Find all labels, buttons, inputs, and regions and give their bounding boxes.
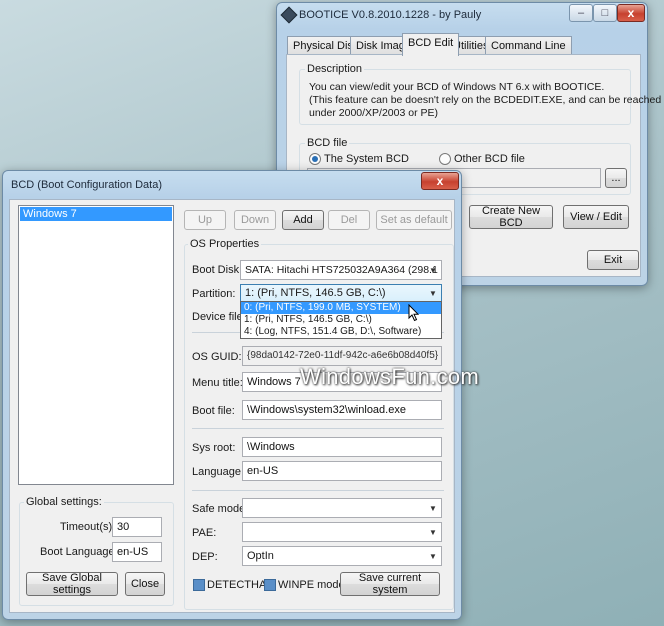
view-edit-button[interactable]: View / Edit — [563, 205, 629, 229]
os-properties-title: OS Properties — [188, 238, 262, 250]
sys-root-input[interactable]: \Windows — [242, 437, 442, 457]
dep-value: OptIn — [247, 550, 274, 562]
device-file-label: Device file: — [192, 311, 246, 323]
os-guid-field: {98da0142-72e0-11df-942c-a6e6b08d40f5} — [242, 346, 442, 366]
down-button[interactable]: Down — [234, 210, 276, 230]
language-input[interactable]: en-US — [242, 461, 442, 481]
dep-select[interactable]: OptIn ▼ — [242, 546, 442, 566]
list-item[interactable]: Windows 7 — [20, 207, 172, 221]
description-line-1: You can view/edit your BCD of Windows NT… — [309, 81, 605, 93]
sys-root-label: Sys root: — [192, 442, 236, 454]
save-global-settings-button[interactable]: Save Global settings — [26, 572, 118, 596]
boot-file-label: Boot file: — [192, 405, 235, 417]
app-icon — [280, 6, 298, 24]
minimize-button[interactable]: – — [569, 4, 593, 22]
partition-select[interactable]: 1: (Pri, NTFS, 146.5 GB, C:\) ▼ — [240, 284, 442, 302]
partition-label: Partition: — [192, 288, 236, 300]
bcd-close-button[interactable]: x — [421, 172, 459, 190]
chevron-down-icon: ▼ — [429, 288, 437, 298]
safe-mode-select[interactable]: ▼ — [242, 498, 442, 518]
boot-language-label: Boot Language: — [40, 546, 118, 558]
watermark-text: WindowsFun.com — [300, 364, 480, 389]
chevron-down-icon: ▼ — [429, 551, 437, 561]
pae-label: PAE: — [192, 527, 217, 539]
chevron-down-icon: ▼ — [429, 265, 437, 275]
description-line-2: (This feature can be doesn't rely on the… — [309, 94, 662, 106]
detecthal-label: DETECTHAL — [207, 579, 273, 591]
up-button[interactable]: Up — [184, 210, 226, 230]
mouse-cursor-icon — [408, 304, 420, 322]
divider — [192, 428, 444, 429]
create-new-bcd-button[interactable]: Create New BCD — [469, 205, 553, 229]
bootice-close-button[interactable]: x — [617, 4, 645, 22]
os-guid-label: OS GUID: — [192, 351, 242, 363]
boot-language-input[interactable]: en-US — [112, 542, 162, 562]
set-as-default-button[interactable]: Set as default — [376, 210, 452, 230]
boot-file-input[interactable]: \Windows\system32\winload.exe — [242, 400, 442, 420]
global-settings-title: Global settings: — [24, 496, 104, 508]
save-current-system-button[interactable]: Save current system — [340, 572, 440, 596]
safe-mode-label: Safe mode: — [192, 503, 249, 515]
add-button[interactable]: Add — [282, 210, 324, 230]
tab-bcd-edit[interactable]: BCD Edit — [402, 33, 460, 56]
system-bcd-label: The System BCD — [324, 153, 409, 165]
winpe-mode-label: WINPE mode — [278, 579, 345, 591]
exit-button[interactable]: Exit — [587, 250, 639, 270]
del-button[interactable]: Del — [328, 210, 370, 230]
boot-disk-select[interactable]: SATA: Hitachi HTS725032A9A364 (298.1 GB,… — [240, 260, 442, 280]
menu-title-label: Menu title: — [192, 377, 243, 389]
detecthal-checkbox[interactable] — [193, 579, 205, 591]
chevron-down-icon: ▼ — [429, 503, 437, 513]
bcd-window: BCD (Boot Configuration Data) x Windows … — [2, 170, 462, 620]
winpe-mode-checkbox[interactable] — [264, 579, 276, 591]
boot-entry-list[interactable]: Windows 7 — [18, 205, 174, 485]
partition-option[interactable]: 4: (Log, NTFS, 151.4 GB, D:\, Software) — [241, 326, 441, 338]
system-bcd-radio[interactable] — [309, 153, 321, 165]
bcd-panel: Windows 7 Global settings: Timeout(s): 3… — [9, 199, 455, 613]
partition-value: 1: (Pri, NTFS, 146.5 GB, C:\) — [245, 287, 386, 299]
tab-command-line[interactable]: Command Line — [485, 36, 572, 55]
description-line-3: under 2000/XP/2003 or PE) — [309, 107, 439, 119]
bcd-title: BCD (Boot Configuration Data) — [11, 179, 163, 191]
other-bcd-label: Other BCD file — [454, 153, 525, 165]
language-label: Language: — [192, 466, 244, 478]
divider — [192, 490, 444, 491]
dep-label: DEP: — [192, 551, 218, 563]
timeout-label: Timeout(s): — [60, 521, 116, 533]
pae-select[interactable]: ▼ — [242, 522, 442, 542]
boot-disk-label: Boot Disk: — [192, 264, 243, 276]
description-title: Description — [305, 63, 365, 75]
timeout-input[interactable]: 30 — [112, 517, 162, 537]
bootice-title: BOOTICE V0.8.2010.1228 - by Pauly — [299, 9, 482, 21]
close-button[interactable]: Close — [125, 572, 165, 596]
boot-disk-value: SATA: Hitachi HTS725032A9A364 (298.1 GB,… — [245, 264, 441, 276]
bcd-file-title: BCD file — [305, 137, 350, 149]
maximize-button[interactable]: □ — [593, 4, 617, 22]
browse-button[interactable]: ... — [605, 168, 627, 188]
chevron-down-icon: ▼ — [429, 527, 437, 537]
other-bcd-radio[interactable] — [439, 153, 451, 165]
